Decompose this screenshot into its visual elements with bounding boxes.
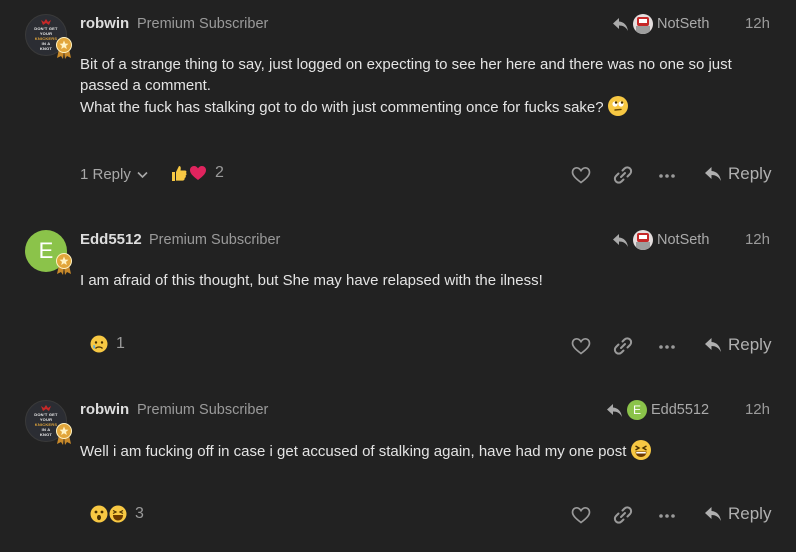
thumbs-up-emoji-icon xyxy=(172,166,187,181)
username[interactable]: robwin xyxy=(80,15,129,32)
show-replies-button[interactable]: 1 Reply xyxy=(80,166,148,183)
post-text: What the fuck has stalking got to do wit… xyxy=(80,99,604,116)
reactions[interactable]: 1 xyxy=(90,335,125,353)
post-paragraph: Well i am fucking off in case i get accu… xyxy=(80,440,760,462)
link-icon[interactable] xyxy=(612,505,634,525)
reply-arrow-icon xyxy=(705,338,721,352)
more-options-icon[interactable] xyxy=(656,165,678,185)
like-heart-icon[interactable] xyxy=(570,336,592,356)
reply-to-link[interactable]: NotSeth xyxy=(612,230,709,250)
reply-to-avatar xyxy=(633,14,653,34)
user-title: Premium Subscriber xyxy=(137,402,269,418)
reply-to-username: NotSeth xyxy=(657,16,710,32)
post-time[interactable]: 12h xyxy=(745,401,770,418)
premium-badge-icon xyxy=(56,423,72,445)
reply-arrow-icon xyxy=(607,403,622,417)
username[interactable]: Edd5512 xyxy=(80,231,142,248)
post: DON'T GET YOUR KNICKERS IN A KNOT robwin… xyxy=(0,0,796,200)
reply-button[interactable]: Reply xyxy=(704,504,771,524)
bat-logo-icon xyxy=(41,19,51,25)
bat-logo-icon xyxy=(41,405,51,411)
link-icon[interactable] xyxy=(612,336,634,356)
reply-arrow-icon xyxy=(613,17,628,31)
sad-tear-emoji-icon xyxy=(90,335,108,353)
like-heart-icon[interactable] xyxy=(570,505,592,525)
username[interactable]: robwin xyxy=(80,401,129,418)
reply-to-link[interactable]: E Edd5512 xyxy=(606,400,709,420)
reactions[interactable]: 2 xyxy=(170,164,224,182)
reply-button[interactable]: Reply xyxy=(704,164,771,184)
post-paragraph: What the fuck has stalking got to do wit… xyxy=(80,96,760,118)
link-icon[interactable] xyxy=(612,165,634,185)
reply-label: Reply xyxy=(728,504,772,523)
reaction-count: 2 xyxy=(215,164,224,181)
post-time[interactable]: 12h xyxy=(745,15,770,32)
user-title: Premium Subscriber xyxy=(149,232,281,248)
like-heart-icon[interactable] xyxy=(570,165,592,185)
replies-label: 1 Reply xyxy=(80,166,131,183)
grinning-squinting-emoji-icon xyxy=(109,505,127,523)
more-options-icon[interactable] xyxy=(656,336,678,356)
chevron-down-icon xyxy=(137,171,148,178)
astonished-emoji-icon xyxy=(90,505,108,523)
heart-emoji-icon xyxy=(190,166,206,180)
post-actions: 3 Reply xyxy=(0,500,796,530)
reaction-count: 3 xyxy=(135,505,144,522)
post-content: Well i am fucking off in case i get accu… xyxy=(80,440,760,462)
post-paragraph: I am afraid of this thought, but She may… xyxy=(80,272,543,289)
post: DON'T GET YOUR KNICKERS IN A KNOT robwin… xyxy=(0,386,796,552)
reply-label: Reply xyxy=(728,164,772,183)
reply-to-avatar xyxy=(633,230,653,250)
user-title: Premium Subscriber xyxy=(137,16,269,32)
reply-label: Reply xyxy=(728,335,772,354)
reply-arrow-icon xyxy=(705,167,721,181)
reply-button[interactable]: Reply xyxy=(704,335,771,355)
post-actions: 1 Reply xyxy=(0,331,796,361)
more-options-icon[interactable] xyxy=(656,505,678,525)
post: E Edd5512 Premium Subscriber NotSeth 12h… xyxy=(0,216,796,386)
rolling-eyes-emoji-icon xyxy=(607,96,628,116)
post-paragraph: Bit of a strange thing to say, just logg… xyxy=(80,56,732,94)
post-actions: 1 Reply 2 Reply xyxy=(0,160,796,190)
reactions[interactable]: 3 xyxy=(90,505,144,523)
premium-badge-icon xyxy=(56,253,72,275)
reply-to-avatar: E xyxy=(627,400,647,420)
reply-to-username: NotSeth xyxy=(657,232,710,248)
reply-to-link[interactable]: NotSeth xyxy=(612,14,709,34)
premium-badge-icon xyxy=(56,37,72,59)
reply-to-username: Edd5512 xyxy=(651,402,710,418)
post-content: I am afraid of this thought, but She may… xyxy=(80,270,760,291)
reply-arrow-icon xyxy=(613,233,628,247)
reaction-count: 1 xyxy=(116,335,125,352)
post-text: Well i am fucking off in case i get accu… xyxy=(80,443,627,460)
grinning-squinting-emoji-icon xyxy=(630,440,651,460)
reply-arrow-icon xyxy=(705,507,721,521)
post-content: Bit of a strange thing to say, just logg… xyxy=(80,54,760,118)
post-time[interactable]: 12h xyxy=(745,231,770,248)
